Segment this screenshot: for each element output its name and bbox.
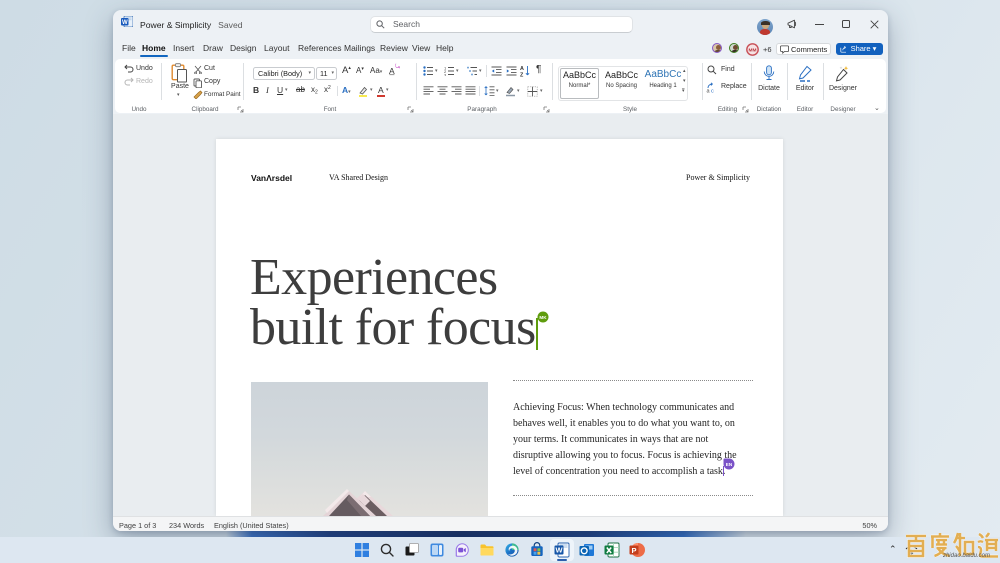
- svg-text:a: a: [707, 88, 711, 93]
- svg-text:c: c: [711, 88, 714, 93]
- svg-text:MM: MM: [749, 47, 757, 53]
- svg-text:A: A: [520, 66, 524, 72]
- svg-text:MK: MK: [539, 315, 547, 320]
- svg-text:Z: Z: [520, 72, 524, 77]
- svg-text:EN: EN: [726, 462, 733, 467]
- svg-text:W: W: [122, 20, 128, 26]
- svg-text:W: W: [555, 546, 563, 555]
- svg-text:P: P: [631, 546, 636, 555]
- svg-text:3: 3: [444, 72, 447, 76]
